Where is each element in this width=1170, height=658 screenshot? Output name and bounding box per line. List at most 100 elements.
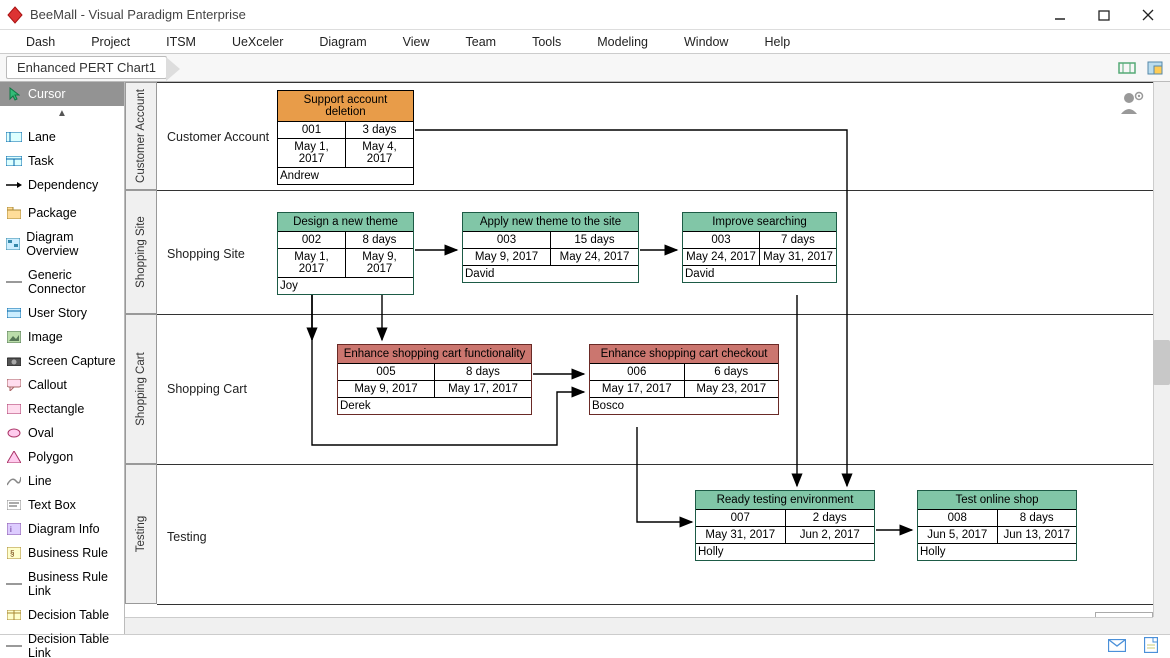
menu-itsm[interactable]: ITSM — [148, 32, 214, 52]
palette-label: Lane — [28, 130, 56, 144]
palette-capture[interactable]: Screen Capture — [0, 349, 124, 373]
window-title: BeeMall - Visual Paradigm Enterprise — [30, 7, 1038, 22]
palette-rulelink[interactable]: Business Rule Link — [0, 565, 124, 603]
palette-polygon[interactable]: Polygon — [0, 445, 124, 469]
palette-table[interactable]: Decision Table — [0, 603, 124, 627]
palette-label: Package — [28, 206, 77, 220]
minimize-button[interactable] — [1038, 0, 1082, 30]
tabbar: Enhanced PERT Chart1 — [0, 54, 1170, 82]
info-icon: i — [6, 522, 22, 536]
diagram-canvas[interactable]: Customer Account Shopping Site Shopping … — [125, 82, 1170, 634]
palette-label: Business Rule Link — [28, 570, 118, 598]
task-title: Enhance shopping cart functionality — [338, 345, 531, 364]
palette-label: Rectangle — [28, 402, 84, 416]
task-003[interactable]: Apply new theme to the site 00315 days M… — [462, 212, 639, 283]
diagram-tab[interactable]: Enhanced PERT Chart1 — [6, 56, 167, 79]
task-008[interactable]: Test online shop 0088 days Jun 5, 2017Ju… — [917, 490, 1077, 561]
oval-icon — [6, 426, 22, 440]
palette-label: Callout — [28, 378, 67, 392]
horizontal-scrollbar[interactable] — [125, 617, 1153, 634]
task-title: Apply new theme to the site — [463, 213, 638, 232]
menu-uexceler[interactable]: UeXceler — [214, 32, 301, 52]
avatar-icon[interactable] — [1119, 90, 1145, 119]
scroll-thumb[interactable] — [1153, 340, 1170, 385]
palette-lane[interactable]: Lane — [0, 125, 124, 149]
task-007[interactable]: Ready testing environment 0072 days May … — [695, 490, 875, 561]
app-logo-icon — [6, 6, 24, 24]
menu-tools[interactable]: Tools — [514, 32, 579, 52]
menu-help[interactable]: Help — [746, 32, 808, 52]
maximize-button[interactable] — [1082, 0, 1126, 30]
lane-header-shopping-site[interactable]: Shopping Site — [125, 190, 157, 314]
palette-label: Diagram Info — [28, 522, 100, 536]
menu-team[interactable]: Team — [448, 32, 515, 52]
palette-label: Line — [28, 474, 52, 488]
palette-package[interactable]: Package — [0, 201, 124, 225]
lane-headers: Customer Account Shopping Site Shopping … — [125, 82, 157, 634]
rectangle-icon — [6, 402, 22, 416]
task-005[interactable]: Enhance shopping cart functionality 0058… — [337, 344, 532, 415]
userstory-icon — [6, 306, 22, 320]
task-003b[interactable]: Improve searching 0037 days May 24, 2017… — [682, 212, 837, 283]
svg-text:§: § — [10, 549, 14, 558]
task-001[interactable]: Support account deletion 0013 days May 1… — [277, 90, 414, 185]
palette-oval[interactable]: Oval — [0, 421, 124, 445]
task-title: Design a new theme — [278, 213, 413, 232]
palette-textbox[interactable]: Text Box — [0, 493, 124, 517]
mail-icon[interactable] — [1108, 639, 1126, 655]
palette-label: Dependency — [28, 178, 98, 192]
rule-icon: § — [6, 546, 22, 560]
palette-label: Diagram Overview — [26, 230, 118, 258]
note-icon[interactable] — [1144, 637, 1158, 656]
polygon-icon — [6, 450, 22, 464]
menu-view[interactable]: View — [385, 32, 448, 52]
lane-label-customer-account: Customer Account — [167, 130, 269, 144]
titlebar: BeeMall - Visual Paradigm Enterprise — [0, 0, 1170, 30]
palette-task[interactable]: Task — [0, 149, 124, 173]
task-002[interactable]: Design a new theme 0028 days May 1, 2017… — [277, 212, 414, 295]
palette-label: Task — [28, 154, 54, 168]
dependency-icon — [6, 178, 22, 192]
palette-userstory[interactable]: User Story — [0, 301, 124, 325]
menu-project[interactable]: Project — [73, 32, 148, 52]
pane-icon[interactable] — [1146, 60, 1164, 76]
menu-dash[interactable]: Dash — [8, 32, 73, 52]
cursor-icon — [6, 87, 22, 101]
palette-connector[interactable]: Generic Connector — [0, 263, 124, 301]
palette-tablelink[interactable]: Decision Table Link — [0, 627, 124, 658]
menu-diagram[interactable]: Diagram — [301, 32, 384, 52]
layout-icon[interactable] — [1118, 60, 1136, 76]
palette-label: Screen Capture — [28, 354, 116, 368]
tool-palette: Cursor ▲ Lane Task Dependency Package Di… — [0, 82, 125, 634]
palette-callout[interactable]: Callout — [0, 373, 124, 397]
palette-label: Polygon — [28, 450, 73, 464]
image-icon — [6, 330, 22, 344]
palette-label: Business Rule — [28, 546, 108, 560]
palette-cursor[interactable]: Cursor — [0, 82, 124, 106]
palette-dependency[interactable]: Dependency — [0, 173, 124, 197]
lane-label-testing: Testing — [167, 530, 207, 544]
palette-image[interactable]: Image — [0, 325, 124, 349]
palette-rectangle[interactable]: Rectangle — [0, 397, 124, 421]
task-title: Ready testing environment — [696, 491, 874, 510]
lane-header-shopping-cart[interactable]: Shopping Cart — [125, 314, 157, 464]
task-006[interactable]: Enhance shopping cart checkout 0066 days… — [589, 344, 779, 415]
close-button[interactable] — [1126, 0, 1170, 30]
menu-window[interactable]: Window — [666, 32, 746, 52]
palette-rule[interactable]: § Business Rule — [0, 541, 124, 565]
collapse-up-icon[interactable]: ▲ — [0, 106, 124, 121]
menubar: Dash Project ITSM UeXceler Diagram View … — [0, 30, 1170, 54]
palette-overview[interactable]: Diagram Overview — [0, 225, 124, 263]
menu-modeling[interactable]: Modeling — [579, 32, 666, 52]
svg-text:i: i — [10, 525, 12, 534]
lane-label-shopping-site: Shopping Site — [167, 247, 245, 261]
task-title: Enhance shopping cart checkout — [590, 345, 778, 364]
palette-label: Generic Connector — [28, 268, 118, 296]
vertical-scrollbar[interactable] — [1153, 82, 1170, 617]
lane-header-testing[interactable]: Testing — [125, 464, 157, 604]
palette-line[interactable]: Line — [0, 469, 124, 493]
palette-info[interactable]: i Diagram Info — [0, 517, 124, 541]
callout-icon — [6, 378, 22, 392]
lane-header-customer-account[interactable]: Customer Account — [125, 82, 157, 190]
textbox-icon — [6, 498, 22, 512]
